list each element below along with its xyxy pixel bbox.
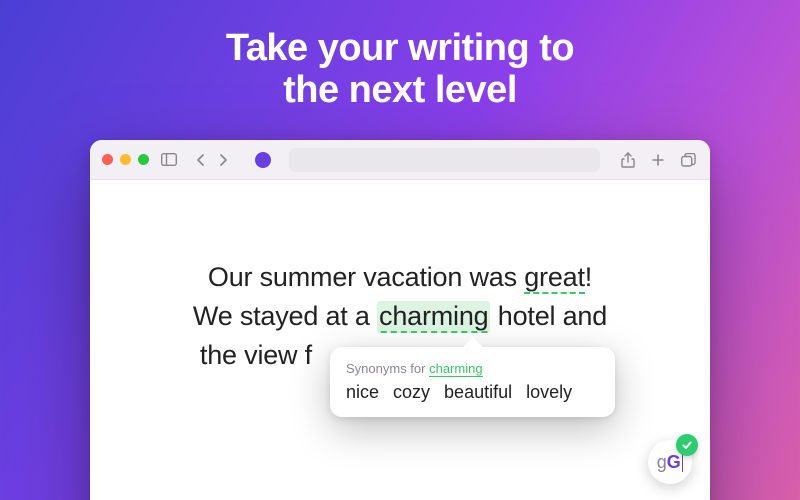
marketing-headline: Take your writing to the next level (0, 0, 800, 112)
text-segment: ! (585, 262, 592, 292)
synonym-list: nice cozy beautiful lovely (346, 382, 599, 403)
text-segment: hotel and (490, 301, 607, 331)
popup-target-word: charming (429, 361, 482, 377)
browser-window: Our summer vacation was great! We stayed… (90, 140, 710, 500)
sidebar-toggle-icon[interactable] (159, 150, 179, 170)
headline-line-1: Take your writing to (226, 27, 574, 69)
new-tab-icon[interactable] (648, 150, 668, 170)
text-segment: We stayed at a (193, 301, 377, 331)
extension-badge-icon[interactable] (255, 152, 271, 168)
text-segment: Our summer vacation was (208, 262, 524, 292)
floater-text-accent: G (667, 452, 681, 473)
assistant-bubble[interactable]: gG (648, 440, 692, 484)
close-window-button[interactable] (102, 154, 113, 165)
browser-toolbar (90, 140, 710, 180)
popup-label: Synonyms for (346, 361, 429, 376)
status-ok-badge (676, 434, 698, 456)
address-bar[interactable] (289, 148, 600, 172)
synonym-option[interactable]: cozy (393, 382, 430, 403)
popup-title: Synonyms for charming (346, 361, 599, 376)
share-icon[interactable] (618, 150, 638, 170)
minimize-window-button[interactable] (120, 154, 131, 165)
synonyms-popup: Synonyms for charming nice cozy beautifu… (330, 347, 615, 417)
tabs-overview-icon[interactable] (678, 150, 698, 170)
forward-button[interactable] (213, 150, 233, 170)
back-button[interactable] (191, 150, 211, 170)
synonym-option[interactable]: nice (346, 382, 379, 403)
highlighted-word-great[interactable]: great (524, 262, 585, 294)
fullscreen-window-button[interactable] (138, 154, 149, 165)
check-icon (681, 439, 693, 451)
synonym-option[interactable]: beautiful (444, 382, 512, 403)
highlighted-word-charming[interactable]: charming (377, 301, 490, 333)
floater-text: g (657, 452, 667, 473)
window-controls (102, 154, 149, 165)
synonym-option[interactable]: lovely (526, 382, 572, 403)
assistant-floater[interactable]: gG (648, 440, 692, 484)
text-segment: the view f (200, 340, 312, 370)
headline-line-2: the next level (283, 69, 517, 111)
